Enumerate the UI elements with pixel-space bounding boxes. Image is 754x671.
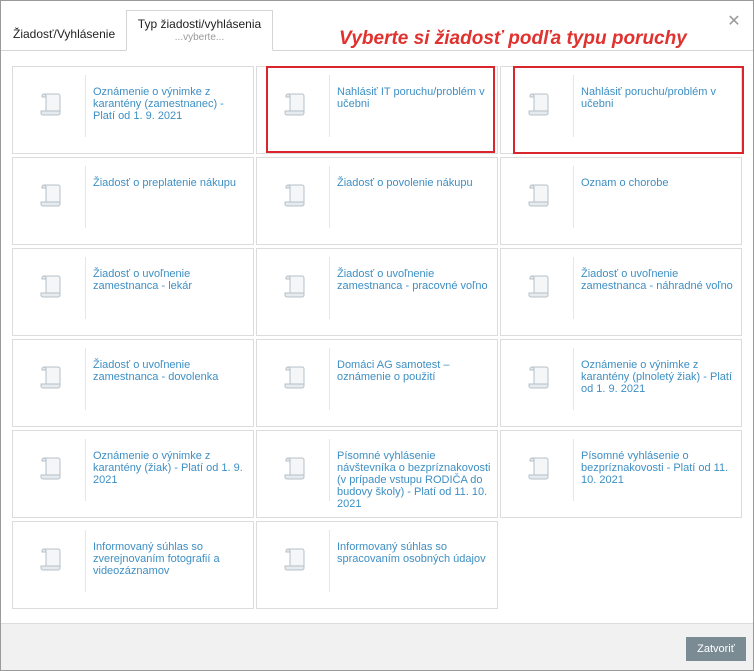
- scroll-document-icon: [528, 275, 549, 298]
- scroll-document-icon: [40, 93, 61, 116]
- request-type-label: Žiadosť o uvoľnenie zamestnanca - pracov…: [337, 268, 488, 292]
- instruction-annotation: Vyberte si žiadosť podľa typu poruchy: [339, 28, 687, 49]
- tab-typ-ziadosti-placeholder: ...vyberte...: [174, 32, 225, 43]
- request-type-label: Oznámenie o výnimke z karantény (zamestn…: [93, 86, 224, 122]
- card-separator: [573, 348, 574, 410]
- close-icon[interactable]: ✕: [725, 13, 743, 31]
- request-type-label: Písomné vyhlásenie návštevníka o bezpríz…: [337, 450, 491, 510]
- scroll-document-icon: [40, 184, 61, 207]
- request-type-card[interactable]: Žiadosť o uvoľnenie zamestnanca - lekár: [12, 248, 254, 336]
- card-separator: [329, 348, 330, 410]
- request-type-label: Žiadosť o povolenie nákupu: [337, 177, 473, 189]
- card-separator: [573, 439, 574, 501]
- request-type-label: Oznámenie o výnimke z karantény (žiak) -…: [93, 450, 243, 486]
- card-separator: [329, 439, 330, 501]
- scroll-document-icon: [40, 366, 61, 389]
- request-type-card[interactable]: Nahlásiť IT poruchu/problém v učebni: [256, 66, 498, 154]
- request-type-card[interactable]: Žiadosť o uvoľnenie zamestnanca - pracov…: [256, 248, 498, 336]
- request-type-label: Informovaný súhlas so spracovaním osobný…: [337, 541, 486, 565]
- scroll-document-icon: [528, 184, 549, 207]
- scroll-document-icon: [40, 275, 61, 298]
- card-separator: [329, 166, 330, 228]
- request-type-card[interactable]: Informovaný súhlas so spracovaním osobný…: [256, 521, 498, 609]
- request-type-label: Domáci AG samotest – oznámenie o použití: [337, 359, 450, 383]
- scroll-document-icon: [40, 457, 61, 480]
- scroll-document-icon: [284, 548, 305, 571]
- request-type-label: Nahlásiť IT poruchu/problém v učebni: [337, 86, 485, 110]
- card-separator: [85, 166, 86, 228]
- request-type-label: Žiadosť o uvoľnenie zamestnanca - náhrad…: [581, 268, 733, 292]
- request-type-label: Žiadosť o uvoľnenie zamestnanca - lekár: [93, 268, 193, 292]
- dialog: Žiadosť/Vyhlásenie Typ žiadosti/vyhlásen…: [0, 0, 754, 671]
- request-type-label: Oznam o chorobe: [581, 177, 669, 189]
- request-type-card[interactable]: Domáci AG samotest – oznámenie o použití: [256, 339, 498, 427]
- scroll-document-icon: [528, 366, 549, 389]
- scroll-document-icon: [284, 457, 305, 480]
- request-type-label: Žiadosť o preplatenie nákupu: [93, 177, 236, 189]
- card-separator: [85, 257, 86, 319]
- request-type-label: Nahlásiť poruchu/problém v učebni: [581, 86, 716, 110]
- card-separator: [85, 439, 86, 501]
- request-type-label: Informovaný súhlas so zverejnovaním foto…: [93, 541, 220, 577]
- tab-typ-ziadosti[interactable]: Typ žiadosti/vyhlásenia ...vyberte...: [126, 10, 273, 51]
- request-type-card[interactable]: Nahlásiť poruchu/problém v učebni: [500, 66, 744, 154]
- card-separator: [329, 75, 330, 137]
- scroll-document-icon: [284, 93, 305, 116]
- tab-typ-ziadosti-label: Typ žiadosti/vyhlásenia: [137, 17, 262, 31]
- request-type-label: Žiadosť o uvoľnenie zamestnanca - dovole…: [93, 359, 219, 383]
- scroll-document-icon: [284, 184, 305, 207]
- card-separator: [573, 257, 574, 319]
- tab-divider: [1, 50, 753, 51]
- request-type-card[interactable]: Oznámenie o výnimke z karantény (plnolet…: [500, 339, 742, 427]
- request-type-card[interactable]: Žiadosť o preplatenie nákupu: [12, 157, 254, 245]
- card-separator: [329, 530, 330, 592]
- scroll-document-icon: [528, 457, 549, 480]
- request-type-card[interactable]: Žiadosť o uvoľnenie zamestnanca - dovole…: [12, 339, 254, 427]
- scroll-document-icon: [284, 366, 305, 389]
- scroll-document-icon: [528, 93, 549, 116]
- card-separator: [329, 257, 330, 319]
- request-type-card[interactable]: Oznámenie o výnimke z karantény (zamestn…: [12, 66, 254, 154]
- card-separator: [85, 348, 86, 410]
- request-type-card[interactable]: Žiadosť o povolenie nákupu: [256, 157, 498, 245]
- request-type-card[interactable]: Písomné vyhlásenie o bezpríznakovosti - …: [500, 430, 742, 518]
- request-type-grid: Oznámenie o výnimke z karantény (zamestn…: [12, 66, 744, 610]
- request-type-card[interactable]: Oznam o chorobe: [500, 157, 742, 245]
- request-type-card[interactable]: Písomné vyhlásenie návštevníka o bezpríz…: [256, 430, 498, 518]
- dialog-footer: [1, 624, 753, 670]
- card-separator: [573, 166, 574, 228]
- request-type-label: Písomné vyhlásenie o bezpríznakovosti - …: [581, 450, 729, 486]
- scroll-document-icon: [284, 275, 305, 298]
- close-button[interactable]: Zatvoriť: [686, 637, 746, 661]
- card-separator: [85, 530, 86, 592]
- scroll-document-icon: [40, 548, 61, 571]
- request-type-card[interactable]: Informovaný súhlas so zverejnovaním foto…: [12, 521, 254, 609]
- card-separator: [85, 75, 86, 137]
- request-type-card[interactable]: Žiadosť o uvoľnenie zamestnanca - náhrad…: [500, 248, 742, 336]
- card-separator: [573, 75, 574, 137]
- tab-ziadost-vyhlasenie[interactable]: Žiadosť/Vyhlásenie: [13, 27, 115, 41]
- request-type-card[interactable]: Oznámenie o výnimke z karantény (žiak) -…: [12, 430, 254, 518]
- request-type-label: Oznámenie o výnimke z karantény (plnolet…: [581, 359, 733, 395]
